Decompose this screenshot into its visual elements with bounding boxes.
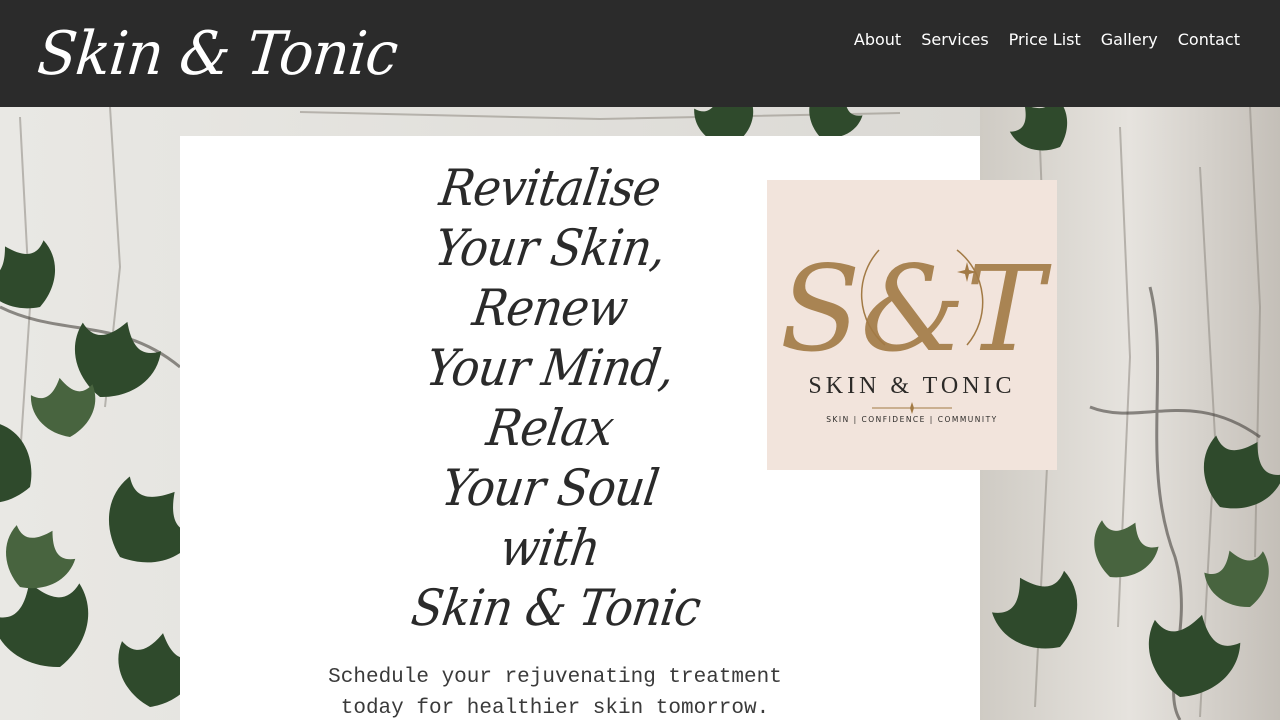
headline-line: Renew (469, 279, 631, 337)
nav-link-about[interactable]: About (854, 30, 901, 50)
headline-line: with (496, 519, 604, 577)
headline-line: Your Skin, (431, 219, 669, 277)
monogram-glyph: S&T (780, 240, 1052, 378)
headline-line: Relax (483, 399, 617, 457)
nav-link-gallery[interactable]: Gallery (1101, 30, 1158, 50)
logo-name-text: SKIN & TONIC (808, 373, 1016, 399)
tagline-line: today for healthier skin tomorrow. (340, 697, 770, 720)
site-header: Skin & Tonic About Services Price List G… (0, 0, 1280, 107)
nav-link-contact[interactable]: Contact (1178, 30, 1240, 50)
headline-line: Skin & Tonic (407, 579, 704, 637)
nav-link-price-list[interactable]: Price List (1009, 30, 1081, 50)
main-nav: About Services Price List Gallery Contac… (854, 30, 1240, 50)
logo-subtitle-text: SKIN | CONFIDENCE | COMMUNITY (826, 415, 998, 424)
monogram-icon: S&T (780, 240, 1052, 414)
headline-line: Your Mind, (422, 339, 678, 397)
brand-logo-link[interactable]: Skin & Tonic (34, 14, 401, 94)
tagline-line: Schedule your rejuvenating treatment (328, 666, 782, 689)
nav-link-services[interactable]: Services (921, 30, 988, 50)
hero-headline: Revitalise Your Skin, Renew Your Mind, R… (400, 158, 704, 638)
headline-line: Revitalise (436, 159, 664, 217)
hero-tagline: Schedule your rejuvenating treatment tod… (280, 662, 830, 720)
headline-line: Your Soul (438, 459, 662, 517)
brand-logo-image: S&T SKIN & TONIC SKIN | CONFIDENCE | COM… (767, 180, 1057, 470)
